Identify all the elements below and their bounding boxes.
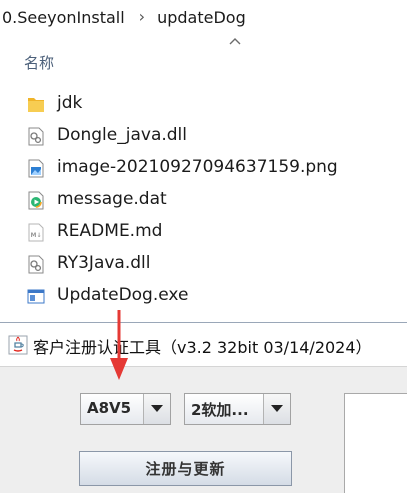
dll-file-icon bbox=[28, 127, 44, 146]
version-select-value: A8V5 bbox=[87, 399, 132, 417]
file-row-message-dat[interactable]: message.dat bbox=[0, 184, 407, 216]
chevron-right-icon[interactable]: › bbox=[139, 7, 145, 26]
tool-title: 客户注册认证工具（v3.2 32bit 03/14/2024） bbox=[33, 338, 372, 357]
dropdown-button[interactable] bbox=[143, 394, 170, 424]
file-row-updatedog-exe[interactable]: UpdateDog.exe bbox=[0, 280, 407, 312]
dll-file-icon bbox=[28, 255, 44, 274]
markdown-file-icon: M↓ bbox=[28, 223, 44, 242]
tool-window: 客户注册认证工具（v3.2 32bit 03/14/2024） A8V5 2软加… bbox=[0, 322, 407, 493]
file-row-jdk[interactable]: jdk bbox=[0, 88, 407, 120]
file-name: image-20210927094637159.png bbox=[57, 157, 338, 177]
version-select[interactable]: A8V5 bbox=[80, 393, 171, 425]
java-cup-icon bbox=[8, 335, 28, 355]
png-image-icon bbox=[28, 159, 44, 178]
breadcrumb-item-update-dog[interactable]: updateDog bbox=[157, 8, 246, 27]
triangle-down-icon bbox=[271, 405, 283, 412]
triangle-down-icon bbox=[151, 405, 163, 412]
media-file-icon bbox=[28, 191, 44, 210]
folder-icon bbox=[28, 98, 44, 112]
svg-text:M↓: M↓ bbox=[31, 232, 42, 239]
file-name: jdk bbox=[57, 93, 83, 113]
dropdown-button[interactable] bbox=[263, 394, 290, 424]
file-row-readme-md[interactable]: M↓ README.md bbox=[0, 216, 407, 248]
file-name: Dongle_java.dll bbox=[57, 125, 187, 145]
exe-app-icon bbox=[27, 289, 45, 304]
mode-select-value: 2软加... bbox=[191, 401, 249, 419]
breadcrumb: 0.SeeyonInstall › updateDog bbox=[0, 0, 407, 34]
register-update-button[interactable]: 注册与更新 bbox=[79, 451, 292, 486]
tool-titlebar[interactable]: 客户注册认证工具（v3.2 32bit 03/14/2024） bbox=[0, 323, 407, 367]
file-row-png-image[interactable]: image-20210927094637159.png bbox=[0, 152, 407, 184]
column-header-name[interactable]: 名称 bbox=[24, 52, 54, 73]
file-name: README.md bbox=[57, 221, 163, 241]
breadcrumb-item-seeyon-install[interactable]: 0.SeeyonInstall bbox=[2, 8, 125, 27]
file-name: UpdateDog.exe bbox=[57, 285, 189, 305]
output-text-area[interactable] bbox=[344, 393, 407, 493]
sort-ascending-icon bbox=[229, 38, 241, 45]
file-row-dongle-java-dll[interactable]: Dongle_java.dll bbox=[0, 120, 407, 152]
mode-select[interactable]: 2软加... bbox=[184, 393, 291, 425]
file-name: message.dat bbox=[57, 189, 167, 209]
file-row-ry3java-dll[interactable]: RY3Java.dll bbox=[0, 248, 407, 280]
file-name: RY3Java.dll bbox=[57, 253, 151, 273]
